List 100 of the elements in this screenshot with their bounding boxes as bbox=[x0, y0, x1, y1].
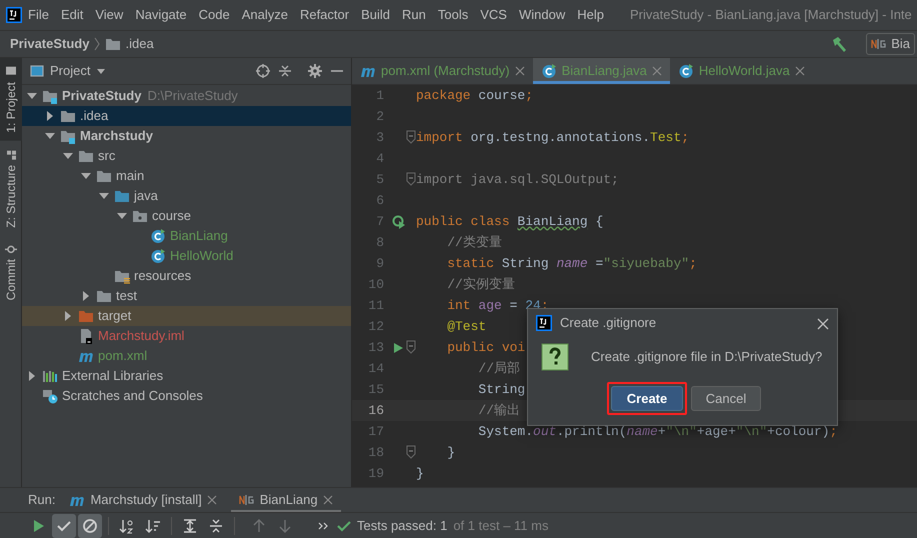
tree-item-label: course bbox=[152, 207, 192, 225]
run-config-selector[interactable]: Bia bbox=[866, 33, 915, 55]
menu-item[interactable]: Run bbox=[396, 5, 432, 25]
tree-item[interactable]: test bbox=[22, 286, 351, 306]
chevron-icon bbox=[93, 36, 102, 52]
menu-item[interactable]: Help bbox=[571, 5, 610, 25]
question-icon bbox=[541, 343, 569, 371]
line-number: 8 bbox=[375, 234, 385, 252]
folder-icon bbox=[78, 308, 94, 324]
code-line: } bbox=[416, 464, 424, 483]
menu-item[interactable]: Refactor bbox=[294, 5, 356, 25]
tree-item-label: Marchstudy bbox=[80, 127, 153, 145]
dialog-button[interactable]: Create bbox=[611, 386, 683, 411]
line-number: 3 bbox=[375, 128, 385, 147]
editor-tab[interactable]: pom.xml (Marchstudy) bbox=[352, 58, 533, 84]
commit-icon bbox=[5, 243, 17, 256]
class-icon bbox=[150, 228, 166, 244]
run-test-icon bbox=[392, 214, 406, 228]
tool-window-tab[interactable]: Z: Structure bbox=[0, 140, 22, 236]
tree-item[interactable]: Marchstudy bbox=[22, 126, 351, 146]
menu-item[interactable]: VCS bbox=[474, 5, 513, 25]
tree-item[interactable]: main bbox=[22, 166, 351, 186]
line-number: 11 bbox=[367, 296, 385, 315]
close-icon bbox=[322, 495, 333, 505]
code-line: //实例变量 bbox=[446, 276, 515, 294]
run-tab[interactable]: BianLiang bbox=[230, 488, 341, 512]
menu-item[interactable]: Edit bbox=[54, 5, 90, 25]
tree-item[interactable]: java bbox=[22, 186, 351, 206]
tree-item-label: target bbox=[98, 307, 132, 325]
line-number: 17 bbox=[367, 422, 385, 441]
testng-icon bbox=[871, 36, 888, 52]
libraries-icon bbox=[42, 368, 58, 384]
line-number: 12 bbox=[367, 318, 385, 336]
line-number: 5 bbox=[375, 170, 385, 189]
app-logo-icon bbox=[536, 315, 552, 331]
code-line: //类变量 bbox=[446, 234, 502, 252]
dialog-message: Create .gitignore file in D:\PrivateStudy? bbox=[591, 348, 822, 366]
tree-item[interactable]: src bbox=[22, 146, 351, 166]
line-number: 10 bbox=[367, 276, 385, 294]
tree-item[interactable]: Scratches and Consoles bbox=[22, 386, 351, 406]
locate-icon[interactable] bbox=[255, 63, 271, 79]
code-line: import org.testng.annotations.Test; bbox=[416, 128, 690, 147]
tree-item-label: External Libraries bbox=[62, 367, 164, 385]
code-line: public voi bbox=[446, 338, 526, 357]
toolbar-button[interactable] bbox=[78, 514, 102, 538]
code-line: String bbox=[477, 380, 526, 399]
tree-item[interactable]: BianLiang bbox=[22, 226, 351, 246]
menu-item[interactable]: Navigate bbox=[129, 5, 193, 25]
testng-icon bbox=[238, 492, 255, 508]
code-line: public class BianLiang { bbox=[416, 212, 604, 231]
breadcrumb-item[interactable]: PrivateStudy bbox=[10, 34, 90, 54]
menu-item[interactable]: Code bbox=[192, 5, 236, 25]
menu-item[interactable]: Analyze bbox=[236, 5, 294, 25]
tree-item-path: D:\PrivateStudy bbox=[147, 87, 238, 105]
settings-icon[interactable] bbox=[307, 63, 323, 79]
window-title: PrivateStudy - BianLiang.java [Marchstudy] - Inte bbox=[630, 6, 912, 24]
code-line: } bbox=[446, 444, 456, 462]
tree-item[interactable]: HelloWorld bbox=[22, 246, 351, 266]
structure-icon bbox=[5, 148, 17, 161]
check-icon bbox=[337, 518, 351, 532]
tool-window-tab[interactable]: 1: Project bbox=[0, 58, 22, 141]
sort-alphabetical-icon bbox=[119, 518, 135, 534]
tree-item-label: BianLiang bbox=[170, 227, 228, 245]
tree-item-label: pom.xml bbox=[98, 347, 148, 365]
tree-item[interactable]: PrivateStudy D:\PrivateStudy bbox=[22, 86, 351, 106]
menu-item[interactable]: View bbox=[89, 5, 130, 25]
class-icon bbox=[678, 63, 694, 79]
arrow-down-icon bbox=[277, 518, 293, 534]
menu-item[interactable]: Window bbox=[512, 5, 572, 25]
folder-icon bbox=[114, 188, 130, 204]
panel-icon bbox=[30, 64, 44, 78]
test-summary: of 1 test – 11 ms bbox=[453, 516, 548, 535]
tree-item[interactable]: resources bbox=[22, 266, 351, 286]
tree-item[interactable]: .idea bbox=[22, 106, 351, 126]
tree-item-label: main bbox=[116, 167, 144, 185]
close-icon bbox=[794, 66, 805, 76]
code-line: package course; bbox=[416, 86, 534, 105]
editor-tab[interactable]: HelloWorld.java bbox=[670, 58, 813, 84]
menu-item[interactable]: Build bbox=[355, 5, 396, 25]
tool-window-tab[interactable]: Commit bbox=[0, 235, 22, 309]
tree-item[interactable]: target bbox=[22, 306, 351, 326]
line-number: 16 bbox=[367, 402, 385, 420]
code-line: @Test bbox=[446, 318, 486, 336]
tree-item-label: PrivateStudy bbox=[62, 87, 142, 105]
tree-item[interactable]: External Libraries bbox=[22, 366, 351, 386]
panel-title[interactable]: Project bbox=[50, 61, 90, 81]
line-number: 18 bbox=[367, 444, 385, 462]
tree-item-label: src bbox=[98, 147, 116, 165]
menu-item[interactable]: Tools bbox=[432, 5, 474, 25]
tree-item[interactable]: course bbox=[22, 206, 351, 226]
tree-item[interactable]: pom.xml bbox=[22, 346, 351, 366]
toolbar-button[interactable] bbox=[52, 514, 76, 538]
menu-item[interactable]: File bbox=[22, 5, 55, 25]
dialog-button[interactable]: Cancel bbox=[691, 386, 761, 411]
file-icon bbox=[78, 328, 94, 344]
run-label: Run: bbox=[28, 491, 56, 510]
run-tab[interactable]: Marchstudy [install] bbox=[61, 488, 225, 512]
tree-item-label: test bbox=[116, 287, 137, 305]
collapse-all-icon[interactable] bbox=[277, 63, 293, 79]
breadcrumb-item[interactable]: .idea bbox=[125, 34, 154, 54]
